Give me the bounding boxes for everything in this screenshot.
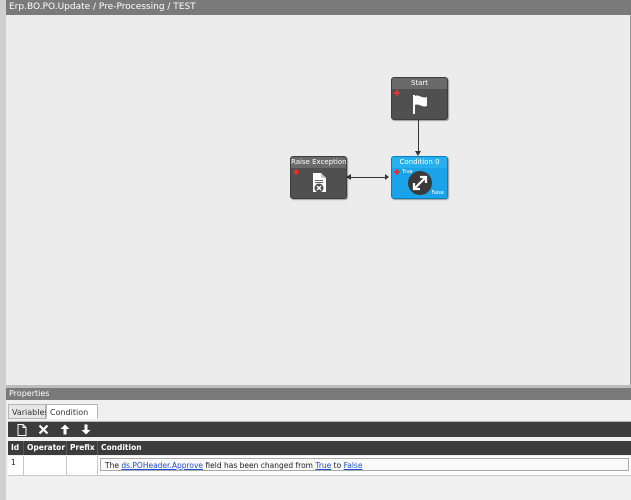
- column-header-prefix[interactable]: Prefix: [67, 441, 98, 455]
- move-up-icon[interactable]: [59, 424, 71, 436]
- document-error-icon: [308, 172, 330, 197]
- new-document-icon[interactable]: [16, 424, 28, 436]
- column-header-condition[interactable]: Condition: [98, 441, 631, 455]
- delete-icon[interactable]: [37, 424, 49, 436]
- connector-condition-exception: [351, 177, 385, 178]
- row-operator-cell[interactable]: [24, 456, 67, 476]
- tab-variables-label: Variables: [12, 408, 49, 417]
- condition-toolbar: [8, 421, 631, 437]
- expand-plus-icon[interactable]: [394, 169, 400, 175]
- start-node[interactable]: Start: [391, 77, 448, 120]
- row-condition-cell: The ds.POHeader.Approve field has been c…: [98, 456, 631, 476]
- row-prefix-cell[interactable]: [67, 456, 98, 476]
- table-header-row: Id Operator Prefix Condition: [8, 441, 631, 455]
- tab-condition-0[interactable]: Condition 0: [46, 404, 98, 432]
- table-row[interactable]: 1 The ds.POHeader.Approve field has been…: [8, 456, 631, 476]
- condition-arrows-icon: [407, 170, 433, 199]
- condition-expression[interactable]: The ds.POHeader.Approve field has been c…: [100, 458, 629, 471]
- properties-title: Properties: [9, 389, 50, 398]
- condition-to-value-link[interactable]: False: [344, 461, 363, 470]
- raise-exception-node[interactable]: Raise Exception 0: [290, 156, 347, 199]
- condition-node-title: Condition 0: [392, 157, 447, 168]
- workflow-path: Erp.BO.PO.Update / Pre-Processing / TEST: [9, 2, 196, 12]
- expand-plus-icon[interactable]: [394, 90, 400, 96]
- raise-exception-node-title: Raise Exception 0: [291, 157, 346, 168]
- flag-icon: [409, 93, 431, 118]
- row-id-cell: 1: [8, 456, 24, 476]
- condition-text-prefix: The: [105, 461, 122, 470]
- connector-start-condition: [418, 120, 419, 152]
- condition-text-to: to: [331, 461, 344, 470]
- tab-variables[interactable]: Variables: [8, 404, 49, 419]
- workflow-title-bar: Erp.BO.PO.Update / Pre-Processing / TEST: [6, 0, 631, 15]
- input-port-icon: [385, 174, 389, 180]
- false-port-label: False: [431, 190, 444, 196]
- workflow-canvas[interactable]: Start Condition 0 True False Raise Excep…: [6, 15, 631, 385]
- column-header-id[interactable]: Id: [8, 441, 24, 455]
- condition-text-middle: field has been changed from: [203, 461, 316, 470]
- condition-from-value-link[interactable]: True: [315, 461, 331, 470]
- column-header-operator[interactable]: Operator: [24, 441, 67, 455]
- condition-field-link[interactable]: ds.POHeader.Approve: [121, 461, 203, 470]
- properties-panel: Variables Condition 0 Id Operator Prefix…: [6, 400, 631, 500]
- move-down-icon[interactable]: [80, 424, 92, 436]
- expand-plus-icon[interactable]: [293, 169, 299, 175]
- start-node-title: Start: [392, 78, 447, 89]
- properties-header: Properties: [6, 388, 631, 400]
- condition-node[interactable]: Condition 0 True False: [391, 156, 448, 199]
